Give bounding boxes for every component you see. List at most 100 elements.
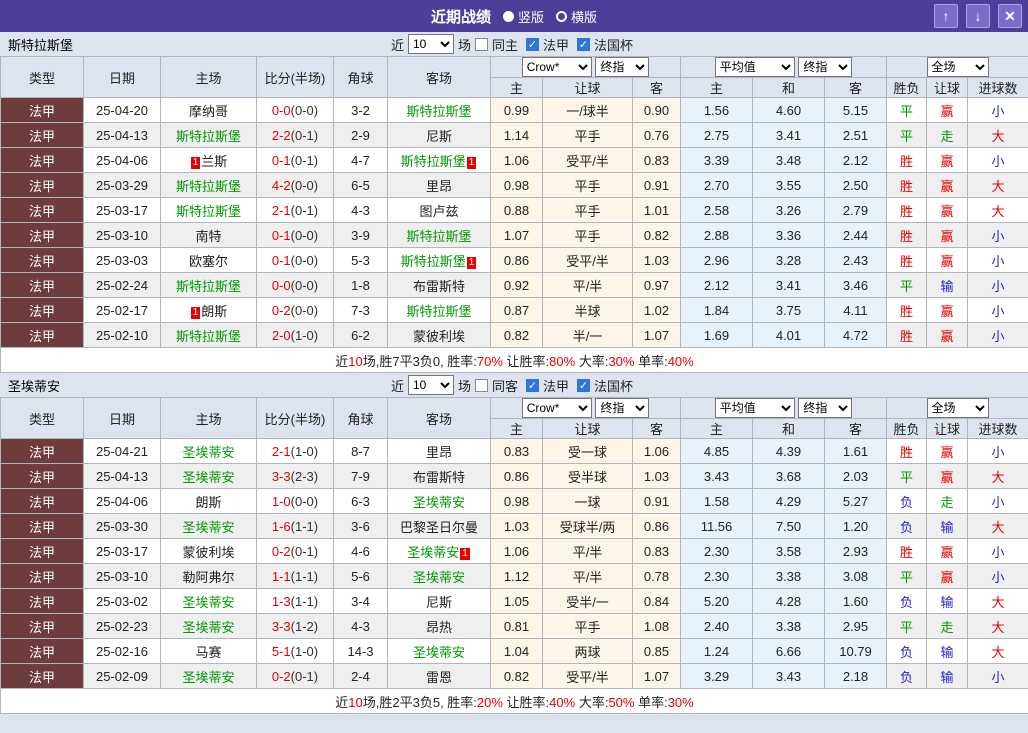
- handicap-line: 平手: [542, 197, 633, 223]
- average-select[interactable]: 平均值: [714, 57, 795, 77]
- layout-radio-vertical[interactable]: 竖版: [502, 7, 544, 26]
- home-team-cell: 斯特拉斯堡: [160, 272, 257, 298]
- away-team-cell: 斯特拉斯堡 1: [387, 247, 491, 273]
- score-cell: 0-2(0-0): [256, 297, 334, 323]
- fulltime-score: 1-0: [271, 493, 291, 509]
- summary-row: 近10场,胜2平3负5, 胜率:20% 让胜率:40% 大率:50% 单率:30…: [0, 688, 1028, 714]
- league-type-cell: 法甲: [0, 663, 84, 689]
- league-checkbox[interactable]: [526, 378, 539, 392]
- home-team-cell: 斯特拉斯堡: [160, 322, 257, 348]
- col-handicap-home: 主: [490, 77, 543, 98]
- league-checkbox[interactable]: [526, 37, 539, 51]
- final-odds-select-2[interactable]: 终指: [798, 57, 853, 77]
- final-odds-select[interactable]: 终指: [595, 398, 650, 418]
- avg-away-odds: 5.27: [823, 488, 888, 514]
- games-label: 场: [457, 378, 471, 394]
- result-cell: 胜: [886, 297, 928, 323]
- handicap-home-odds: 0.86: [490, 463, 543, 489]
- match-row: 法甲 25-02-09 圣埃蒂安 0-2(0-1) 2-4 雷恩 0.82 受平/半 1.07 3…: [0, 663, 1028, 689]
- goals-result-cell: 小: [967, 247, 1028, 273]
- bookmaker-select[interactable]: Crow*: [521, 57, 592, 77]
- league-type-cell: 法甲: [0, 438, 84, 464]
- league-type-cell: 法甲: [0, 613, 84, 639]
- avg-draw-odds: 4.39: [752, 438, 825, 464]
- average-select[interactable]: 平均值: [714, 398, 795, 418]
- move-down-button[interactable]: ↓: [966, 4, 990, 28]
- halftime-score: (1-0): [290, 443, 319, 459]
- col-goals-result: 进球数: [967, 77, 1028, 98]
- match-row: 法甲 25-03-10 南特 0-1(0-0) 3-9 斯特拉斯堡 1.07 平手 0.82 2.…: [0, 222, 1028, 248]
- close-button[interactable]: ✕: [998, 4, 1022, 28]
- match-count-select[interactable]: 10: [407, 375, 454, 395]
- score-cell: 2-1(1-0): [256, 438, 334, 464]
- avg-draw-odds: 3.48: [752, 147, 825, 173]
- home-team-cell: 南特: [160, 222, 257, 248]
- team-name-text: 斯特拉斯堡: [400, 153, 466, 169]
- score-cell: 2-1(0-1): [256, 197, 334, 223]
- col-corner: 角球: [333, 56, 388, 98]
- fulltime-score: 1-1: [271, 568, 291, 584]
- fulltime-select[interactable]: 全场: [926, 398, 989, 418]
- bookmaker-select[interactable]: Crow*: [521, 398, 592, 418]
- cup-checkbox[interactable]: [577, 37, 591, 51]
- cup-checkbox[interactable]: [577, 378, 591, 392]
- same-venue-checkbox[interactable]: [474, 37, 488, 51]
- home-team-cell: 1 兰斯: [160, 147, 257, 173]
- match-row: 法甲 25-02-16 马赛 5-1(1-0) 14-3 圣埃蒂安 1.04 两球 0.85 1.…: [0, 638, 1028, 664]
- col-result: 胜负: [886, 418, 928, 439]
- final-odds-select-2[interactable]: 终指: [798, 398, 853, 418]
- match-row: 法甲 25-04-20 摩纳哥 0-0(0-0) 3-2 斯特拉斯堡 0.99 一/球半 0.9…: [0, 97, 1028, 123]
- avg-away-odds: 1.61: [823, 438, 888, 464]
- date-cell: 25-03-02: [83, 588, 161, 614]
- date-cell: 25-02-23: [83, 613, 161, 639]
- home-team-cell: 圣埃蒂安: [160, 463, 257, 489]
- layout-radio-horizontal[interactable]: 横版: [556, 7, 597, 26]
- avg-away-odds: 2.18: [823, 663, 888, 689]
- corners-cell: 6-2: [333, 322, 388, 348]
- match-row: 法甲 25-03-17 蒙彼利埃 0-2(0-1) 4-6 圣埃蒂安 1 1.06 平/半 0.8…: [0, 538, 1028, 564]
- match-count-select[interactable]: 10: [407, 34, 454, 54]
- team-name-text: 雷恩: [425, 669, 452, 685]
- handicap-line: 受球半/两: [542, 513, 633, 539]
- handicap-away-odds: 1.02: [632, 297, 681, 323]
- halftime-score: (0-1): [290, 202, 319, 218]
- result-cell: 胜: [886, 222, 928, 248]
- final-odds-select[interactable]: 终指: [595, 57, 650, 77]
- handicap-home-odds: 1.12: [490, 563, 543, 589]
- avg-home-odds: 1.69: [680, 322, 753, 348]
- team-name-text: 尼斯: [425, 594, 452, 610]
- avg-home-odds: 11.56: [680, 513, 753, 539]
- league-type-cell: 法甲: [0, 172, 84, 198]
- radio-unselected-icon[interactable]: [556, 10, 567, 22]
- handicap-line: 平手: [542, 222, 633, 248]
- handicap-line: 受半/一: [542, 588, 633, 614]
- fulltime-select[interactable]: 全场: [926, 57, 989, 77]
- cup-label: 法国杯: [594, 378, 634, 394]
- halftime-score: (0-0): [290, 177, 319, 193]
- col-home: 主场: [160, 397, 257, 439]
- result-cell: 负: [886, 513, 928, 539]
- handicap-result-cell: 走: [926, 122, 969, 148]
- corners-cell: 3-9: [333, 222, 388, 248]
- score-cell: 5-1(1-0): [256, 638, 334, 664]
- same-venue-checkbox[interactable]: [474, 378, 488, 392]
- fulltime-select-group: 全场: [886, 397, 1028, 419]
- radio-selected-icon[interactable]: [502, 10, 514, 22]
- score-cell: 0-1(0-1): [256, 147, 334, 173]
- home-team-cell: 圣埃蒂安: [160, 513, 257, 539]
- team-name-text: 斯特拉斯堡: [406, 303, 472, 319]
- move-up-button[interactable]: ↑: [934, 4, 958, 28]
- col-score: 比分(半场): [256, 56, 334, 98]
- league-type-cell: 法甲: [0, 513, 84, 539]
- summary-segment: 30%: [667, 694, 694, 710]
- team-name-text: 昂热: [425, 619, 452, 635]
- score-cell: 1-0(0-0): [256, 488, 334, 514]
- away-team-cell: 斯特拉斯堡: [387, 97, 491, 123]
- bookmaker-select-group: Crow* 终指: [490, 56, 681, 78]
- team-name-text: 斯特拉斯堡: [406, 103, 472, 119]
- handicap-home-odds: 0.88: [490, 197, 543, 223]
- fulltime-score: 5-1: [271, 643, 291, 659]
- score-cell: 0-2(0-1): [256, 663, 334, 689]
- handicap-home-odds: 0.81: [490, 613, 543, 639]
- date-cell: 25-02-09: [83, 663, 161, 689]
